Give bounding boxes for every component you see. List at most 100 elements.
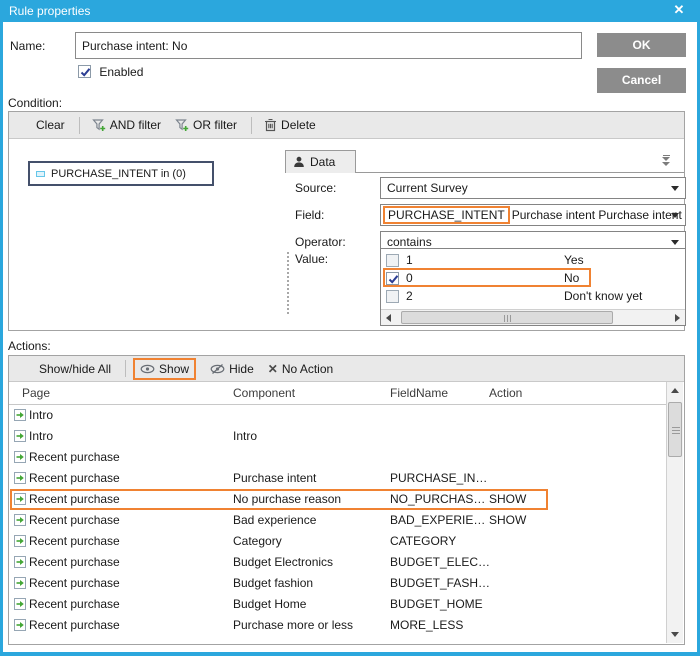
operator-value: contains bbox=[387, 235, 432, 249]
operator-label: Operator: bbox=[295, 235, 346, 249]
enabled-checkbox[interactable] bbox=[78, 65, 91, 78]
cancel-button[interactable]: Cancel bbox=[597, 68, 686, 93]
page-arrow-icon bbox=[14, 472, 26, 484]
header-fieldname[interactable]: FieldName bbox=[390, 386, 448, 400]
dropdown-arrow-icon bbox=[671, 186, 679, 191]
table-row[interactable]: Recent purchase Bad experience BAD_EXPER… bbox=[9, 510, 666, 531]
actions-vertical-scrollbar[interactable] bbox=[666, 382, 683, 643]
trash-icon bbox=[264, 118, 277, 132]
actions-table-body: Intro Intro Intro Recent purchase bbox=[9, 405, 666, 636]
page-arrow-icon bbox=[14, 577, 26, 589]
show-hide-all-button[interactable]: Show/hide All bbox=[39, 362, 111, 376]
value-text: No bbox=[564, 271, 579, 285]
value-list[interactable]: 1 Yes 0 No 2 Don't know yet bbox=[380, 248, 686, 326]
header-page[interactable]: Page bbox=[22, 386, 50, 400]
clear-label: Clear bbox=[36, 118, 65, 132]
table-row[interactable]: Recent purchase Purchase more or less MO… bbox=[9, 615, 666, 636]
table-row[interactable]: Intro Intro bbox=[9, 426, 666, 447]
value-option-row[interactable]: 0 No bbox=[381, 269, 685, 287]
eye-icon bbox=[140, 364, 155, 374]
table-row[interactable]: Recent purchase Purchase intent PURCHASE… bbox=[9, 468, 666, 489]
header-action[interactable]: Action bbox=[489, 386, 522, 400]
actions-table-header: Page Component FieldName Action bbox=[9, 382, 666, 405]
title-bar[interactable]: Rule properties ✕ bbox=[0, 0, 700, 22]
delete-label: Delete bbox=[281, 118, 316, 132]
funnel-plus-icon bbox=[92, 118, 106, 132]
panel-splitter-handle[interactable] bbox=[287, 252, 289, 314]
field-value-highlighted: PURCHASE_INTENT bbox=[383, 206, 510, 224]
show-label: Show bbox=[159, 362, 189, 376]
hide-label: Hide bbox=[229, 362, 254, 376]
value-option-row[interactable]: 2 Don't know yet bbox=[381, 287, 685, 305]
clear-button[interactable]: Clear bbox=[36, 118, 65, 132]
show-button[interactable]: Show bbox=[133, 358, 196, 380]
or-filter-label: OR filter bbox=[193, 118, 237, 132]
value-checkbox[interactable] bbox=[386, 272, 399, 285]
field-dropdown[interactable]: PURCHASE_INTENT Purchase intent Purchase… bbox=[380, 204, 686, 226]
condition-panel: Clear AND filter OR filter Delete bbox=[8, 111, 685, 331]
source-label: Source: bbox=[295, 181, 336, 195]
value-horizontal-scrollbar[interactable] bbox=[381, 309, 685, 325]
delete-button[interactable]: Delete bbox=[264, 118, 316, 132]
page-arrow-icon bbox=[14, 556, 26, 568]
toolbar-separator bbox=[125, 360, 126, 377]
value-checkbox[interactable] bbox=[386, 290, 399, 303]
toolbar-separator bbox=[251, 117, 252, 134]
value-code: 1 bbox=[406, 253, 413, 267]
condition-tree-item-label: PURCHASE_INTENT in (0) bbox=[51, 168, 186, 180]
scroll-right-icon[interactable] bbox=[675, 314, 680, 322]
and-filter-button[interactable]: AND filter bbox=[92, 118, 161, 132]
page-arrow-icon bbox=[14, 598, 26, 610]
eye-slash-icon bbox=[210, 363, 225, 375]
horizontal-scroll-thumb[interactable] bbox=[401, 311, 613, 324]
window-border-left bbox=[0, 22, 3, 656]
no-action-button[interactable]: ✕ No Action bbox=[268, 362, 333, 376]
page-arrow-icon bbox=[14, 409, 26, 421]
value-code: 2 bbox=[406, 289, 413, 303]
source-value: Current Survey bbox=[387, 181, 468, 195]
source-dropdown[interactable]: Current Survey bbox=[380, 177, 686, 199]
tab-data[interactable]: Data bbox=[285, 150, 356, 173]
table-row[interactable]: Recent purchase Budget fashion BUDGET_FA… bbox=[9, 573, 666, 594]
check-icon bbox=[80, 67, 91, 78]
tab-data-label: Data bbox=[310, 155, 335, 169]
check-icon bbox=[388, 274, 399, 285]
vertical-scroll-thumb[interactable] bbox=[668, 402, 682, 457]
value-highlight-box bbox=[383, 268, 591, 287]
value-text: Yes bbox=[564, 253, 584, 267]
field-value-rest: Purchase intent Purchase intent bbox=[512, 208, 682, 222]
scroll-up-icon[interactable] bbox=[671, 388, 679, 393]
field-label: Field: bbox=[295, 208, 324, 222]
ok-button[interactable]: OK bbox=[597, 33, 686, 57]
table-row[interactable]: Recent purchase Budget Electronics BUDGE… bbox=[9, 552, 666, 573]
name-label: Name: bbox=[10, 39, 45, 53]
or-filter-button[interactable]: OR filter bbox=[175, 118, 237, 132]
table-row[interactable]: Recent purchase bbox=[9, 447, 666, 468]
page-arrow-icon bbox=[14, 535, 26, 547]
hide-button[interactable]: Hide bbox=[210, 362, 254, 376]
value-checkbox[interactable] bbox=[386, 254, 399, 267]
and-filter-label: AND filter bbox=[110, 118, 161, 132]
collapse-panel-icon[interactable] bbox=[660, 155, 672, 167]
condition-tree-item[interactable]: PURCHASE_INTENT in (0) bbox=[28, 161, 214, 186]
show-hide-all-label: Show/hide All bbox=[39, 362, 111, 376]
enabled-row[interactable]: Enabled bbox=[78, 64, 143, 79]
value-options-container: 1 Yes 0 No 2 Don't know yet bbox=[381, 251, 685, 305]
name-input[interactable] bbox=[75, 32, 582, 59]
value-code: 0 bbox=[406, 271, 413, 285]
page-arrow-icon bbox=[14, 619, 26, 631]
condition-toolbar: Clear AND filter OR filter Delete bbox=[9, 112, 684, 139]
table-row[interactable]: Recent purchase Budget Home BUDGET_HOME bbox=[9, 594, 666, 615]
field-node-icon bbox=[36, 171, 45, 177]
table-row[interactable]: Intro bbox=[9, 405, 666, 426]
header-component[interactable]: Component bbox=[233, 386, 295, 400]
close-icon[interactable]: ✕ bbox=[669, 2, 689, 18]
value-option-row[interactable]: 1 Yes bbox=[381, 251, 685, 269]
scroll-left-icon[interactable] bbox=[386, 314, 391, 322]
funnel-plus-icon bbox=[175, 118, 189, 132]
tab-strip-line bbox=[355, 172, 684, 173]
scroll-down-icon[interactable] bbox=[671, 632, 679, 637]
table-row[interactable]: Recent purchase No purchase reason NO_PU… bbox=[9, 489, 666, 510]
dropdown-arrow-icon bbox=[671, 213, 679, 218]
table-row[interactable]: Recent purchase Category CATEGORY bbox=[9, 531, 666, 552]
